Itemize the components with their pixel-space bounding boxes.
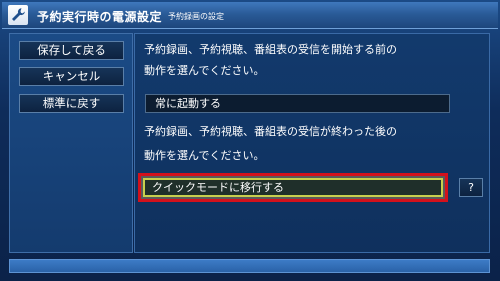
save-and-return-button[interactable]: 保存して戻る: [19, 41, 124, 60]
wrench-icon: [8, 5, 28, 25]
screen: 予約実行時の電源設定 予約録画の設定 保存して戻る キャンセル 標準に戻す 予約…: [0, 0, 500, 281]
after-prompt-line2: 動作を選んでください。: [144, 149, 265, 162]
status-bar: [9, 259, 490, 273]
title-bar: 予約実行時の電源設定 予約録画の設定: [2, 2, 498, 29]
sidebar: 保存して戻る キャンセル 標準に戻す: [9, 33, 133, 253]
page-subtitle: 予約録画の設定: [168, 12, 224, 21]
before-prompt-line1: 予約録画、予約視聴、番組表の受信を開始する前の: [144, 43, 397, 56]
before-action-select[interactable]: 常に起動する: [145, 94, 450, 113]
help-button[interactable]: ?: [459, 178, 483, 197]
before-prompt-line2: 動作を選んでください。: [144, 64, 265, 77]
settings-panel: 予約録画、予約視聴、番組表の受信を開始する前の 動作を選んでください。 常に起動…: [134, 33, 490, 253]
page-title: 予約実行時の電源設定: [37, 10, 163, 24]
after-action-select[interactable]: クイックモードに移行する: [143, 178, 443, 197]
highlight-frame: クイックモードに移行する: [138, 173, 448, 202]
after-prompt-line1: 予約録画、予約視聴、番組表の受信が終わった後の: [144, 125, 397, 138]
reset-to-default-button[interactable]: 標準に戻す: [19, 94, 124, 113]
cancel-button[interactable]: キャンセル: [19, 67, 124, 86]
